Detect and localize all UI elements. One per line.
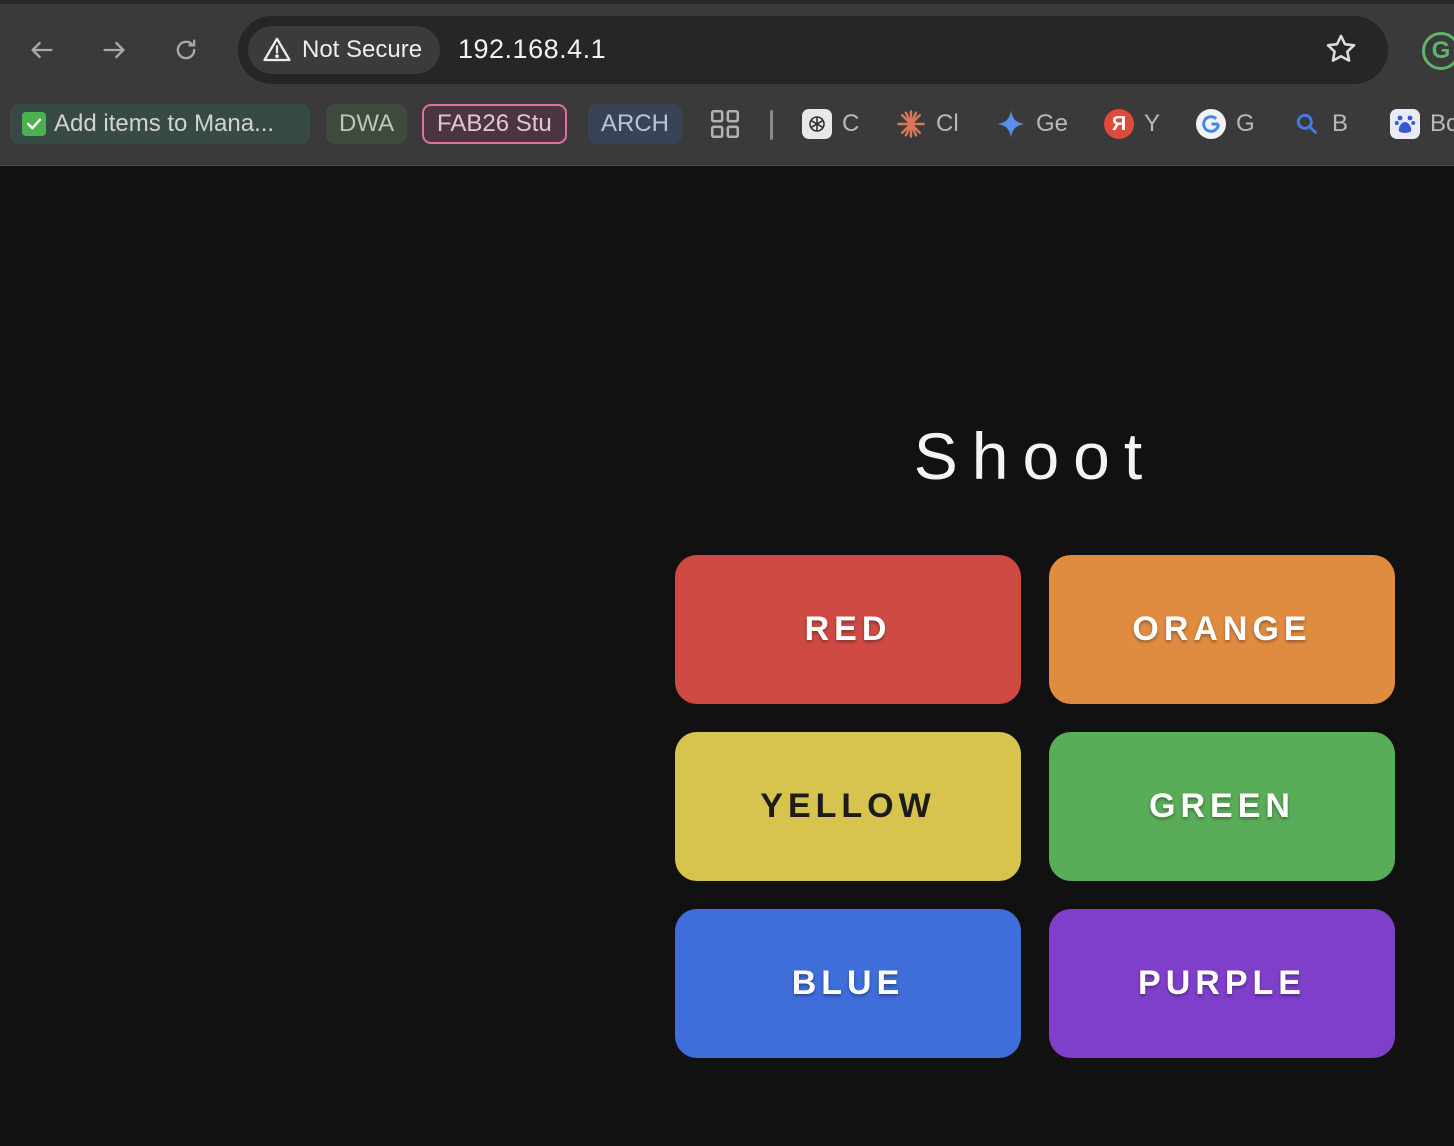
bookmark-fab26[interactable]: FAB26 Stu [422,104,567,144]
address-bar[interactable]: Not Secure 192.168.4.1 [238,16,1388,84]
bookmark-claude[interactable]: Cl [896,104,959,144]
security-label: Not Secure [302,36,423,63]
claude-icon [896,109,926,139]
bookmark-label: Bo [1430,110,1454,137]
bookmark-label: Y [1144,110,1161,137]
yandex-icon: Я [1104,109,1134,139]
bookmark-label: Add items to Mana... [54,110,275,137]
gemini-icon [996,109,1026,139]
bookmarks-divider [770,110,773,140]
bookmark-chatgpt[interactable]: C [802,104,859,144]
bookmark-bing[interactable]: B [1292,104,1348,144]
reload-icon [176,39,196,60]
page-title: Shoot [913,419,1157,493]
arrow-right-icon [103,41,125,59]
security-indicator[interactable]: Not Secure [248,26,441,74]
bookmark-gemini[interactable]: Ge [996,104,1068,144]
reload-button[interactable] [166,30,206,70]
apps-grid-icon [710,109,740,139]
grammarly-icon: G [1431,37,1451,64]
bookmark-add-items[interactable]: Add items to Mana... [10,104,310,144]
bookmark-label: B [1332,110,1349,137]
page-content: Shoot RED ORANGE YELLOW GREEN BLUE PURPL… [0,166,1454,1146]
bookmark-star-button[interactable] [1324,32,1360,68]
bookmark-dwa[interactable]: DWA [326,104,408,144]
bookmark-label: DWA [339,110,395,137]
bookmark-arch[interactable]: ARCH [588,104,683,144]
warning-triangle-icon [263,37,291,62]
star-icon [1326,34,1356,62]
bookmark-label: Cl [936,110,959,137]
purple-button[interactable]: PURPLE [1049,909,1395,1058]
bookmark-google[interactable]: G [1196,104,1255,144]
google-icon [1196,109,1226,139]
bookmark-label: Ge [1036,110,1069,137]
forward-button[interactable] [94,30,134,70]
bookmark-label: G [1236,110,1255,137]
blue-button[interactable]: BLUE [675,909,1021,1058]
bookmarks-bar: Add items to Mana... DWA FAB26 Stu ARCH … [0,100,1454,150]
url-text[interactable]: 192.168.4.1 [458,34,606,65]
back-button[interactable] [22,30,62,70]
tab-strip [0,0,1454,4]
check-box-icon [22,112,46,136]
grammarly-extension-button[interactable]: G [1422,32,1454,70]
red-button[interactable]: RED [675,555,1021,704]
chatgpt-icon [802,109,832,139]
bookmark-label: FAB26 Stu [437,110,552,137]
bookmark-label: C [842,110,860,137]
bookmark-apps[interactable] [708,104,742,144]
orange-button[interactable]: ORANGE [1049,555,1395,704]
arrow-left-icon [31,41,53,59]
bookmark-label: ARCH [601,110,670,137]
baidu-icon [1390,109,1420,139]
green-button[interactable]: GREEN [1049,732,1395,881]
yellow-button[interactable]: YELLOW [675,732,1021,881]
browser-chrome: Not Secure 192.168.4.1 G Add items to Ma… [0,0,1454,166]
bookmark-yandex[interactable]: Я Y [1104,104,1160,144]
bookmark-baidu[interactable]: Bo [1390,104,1454,144]
bing-search-icon [1292,109,1322,139]
